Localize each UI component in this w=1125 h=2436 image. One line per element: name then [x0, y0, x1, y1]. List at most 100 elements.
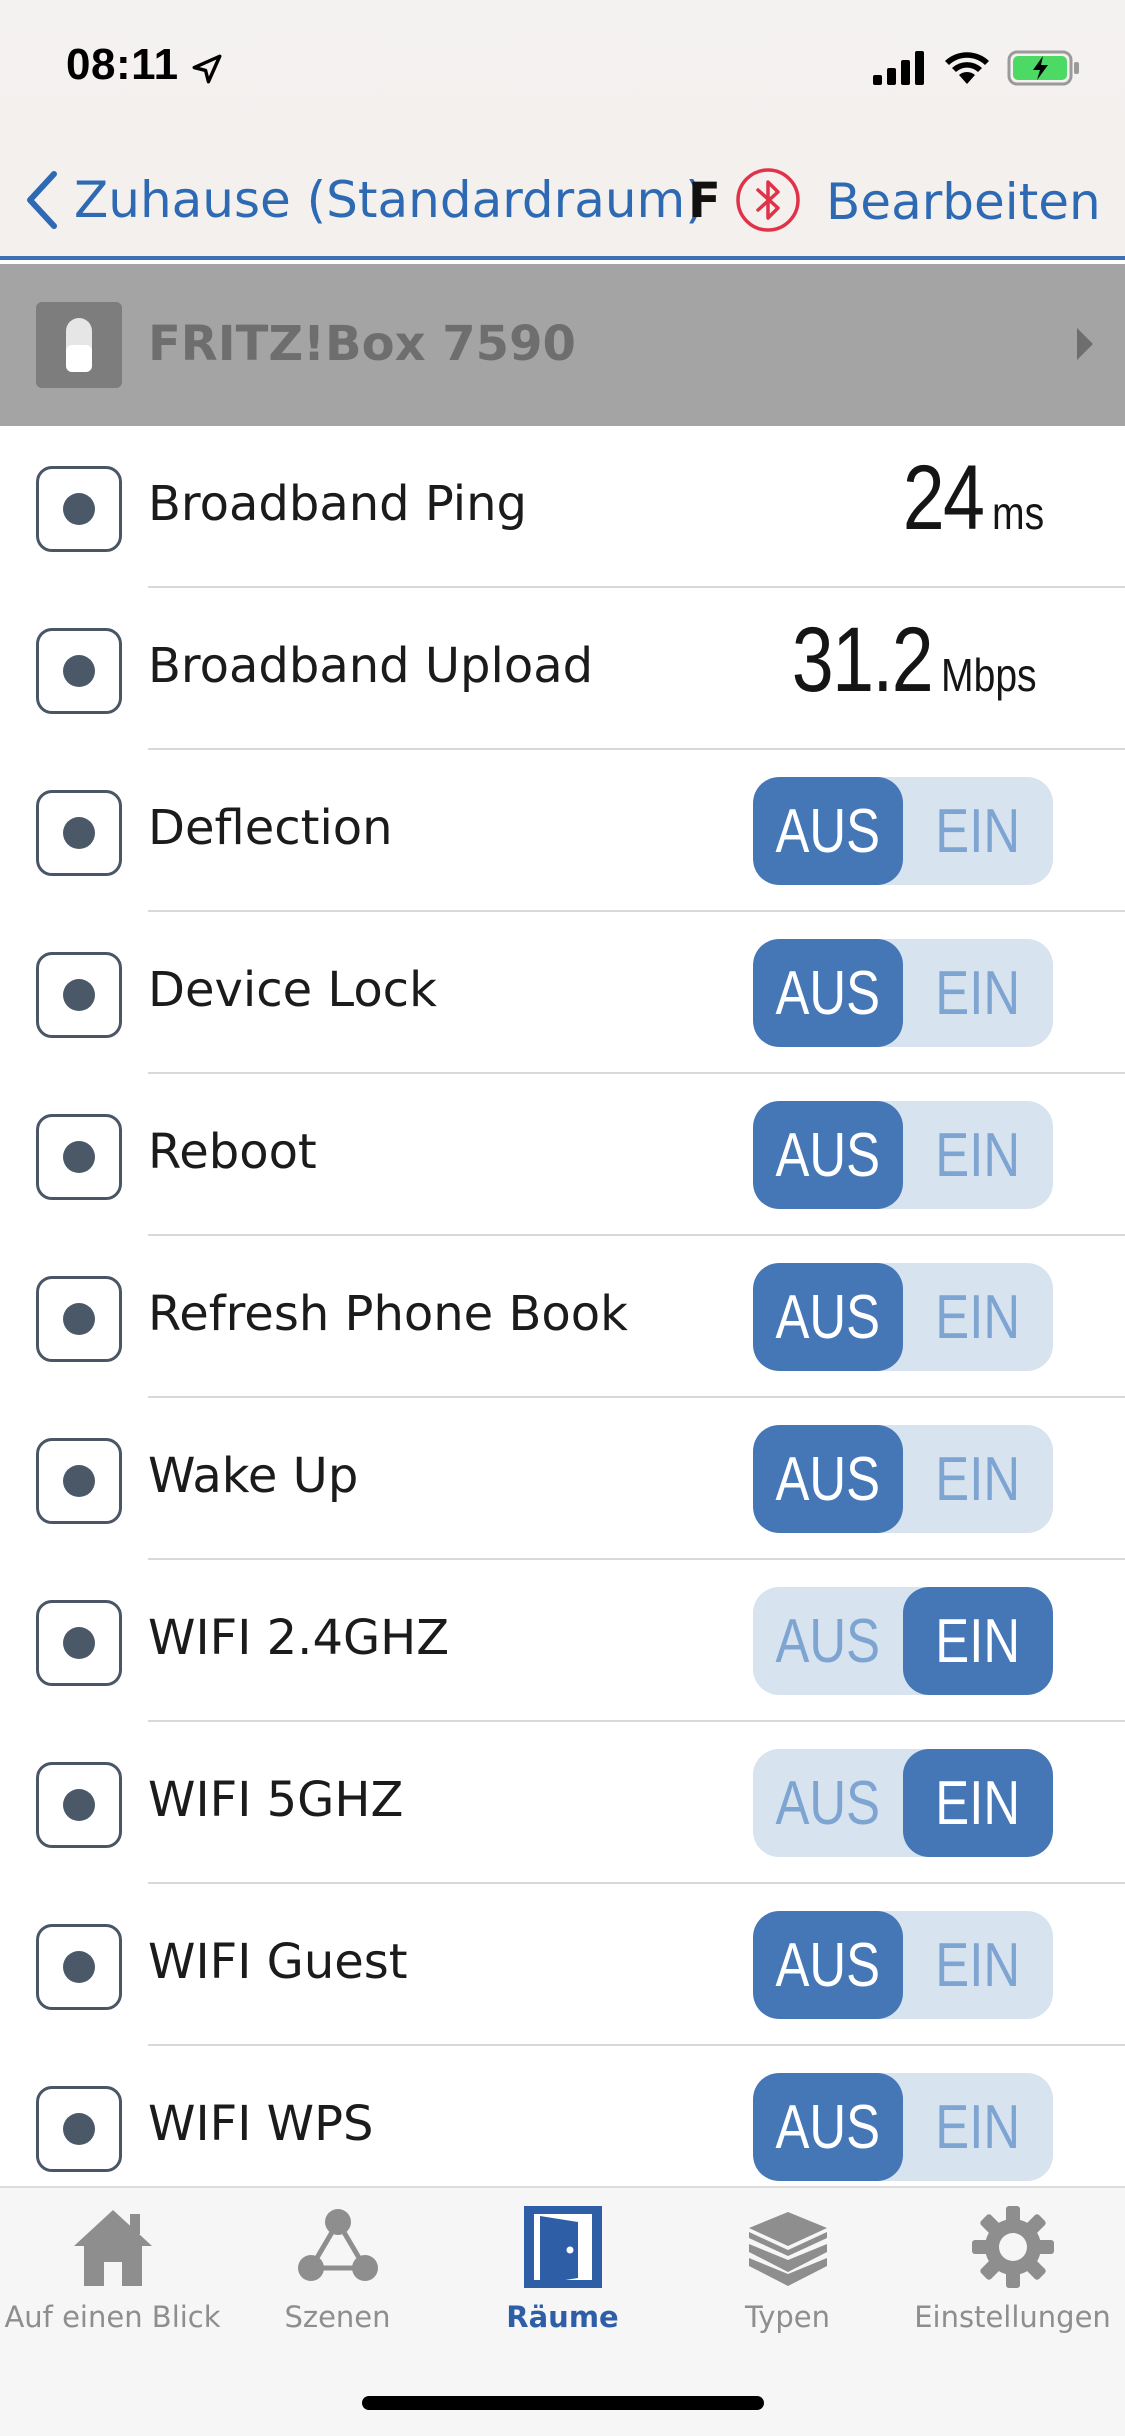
toggle-ein-segment[interactable]: EIN [903, 1749, 1053, 1857]
toggle-ein-segment[interactable]: EIN [903, 1911, 1053, 2019]
toggle-aus-label: AUS [775, 1768, 881, 1838]
home-indicator[interactable] [362, 2396, 764, 2410]
list-row: Wake Up AUS EIN [0, 1398, 1125, 1560]
gear-icon [971, 2206, 1054, 2288]
tab-typen[interactable]: Typen [675, 2202, 900, 2352]
dot-icon [63, 1303, 95, 1335]
door-icon [523, 2206, 602, 2288]
toggle-aus-segment[interactable]: AUS [753, 777, 903, 885]
toggle-aus-label: AUS [775, 1606, 881, 1676]
list-row: Reboot AUS EIN [0, 1074, 1125, 1236]
dot-icon [63, 817, 95, 849]
characteristic-icon[interactable] [36, 790, 122, 876]
toggle-aus-label: AUS [775, 1282, 881, 1352]
characteristic-icon[interactable] [36, 1114, 122, 1200]
characteristic-icon[interactable] [36, 1924, 122, 2010]
toggle-aus-segment[interactable]: AUS [753, 1263, 903, 1371]
tab-label: Auf einen Blick [4, 2300, 221, 2334]
toggle-ein-segment[interactable]: EIN [903, 1425, 1053, 1533]
dot-icon [63, 2113, 95, 2145]
toggle-ein-label: EIN [935, 1120, 1021, 1190]
chevron-left-icon [27, 171, 57, 229]
toggle-aus-segment[interactable]: AUS [753, 2073, 903, 2181]
tab-label: Räume [506, 2300, 619, 2334]
characteristic-icon[interactable] [36, 466, 122, 552]
aus-ein-toggle[interactable]: AUS EIN [753, 1101, 1053, 1209]
characteristic-icon[interactable] [36, 1600, 122, 1686]
row-label: WIFI 2.4GHZ [148, 1610, 450, 1666]
dot-icon [63, 655, 95, 687]
characteristic-icon[interactable] [36, 628, 122, 714]
value-unit: ms [991, 487, 1044, 539]
list-row: WIFI WPS AUS EIN [0, 2046, 1125, 2208]
status-bar: 08:11 [0, 0, 1125, 140]
tab-label: Einstellungen [914, 2300, 1111, 2334]
toggle-aus-segment[interactable]: AUS [753, 1749, 903, 1857]
characteristic-icon[interactable] [36, 1438, 122, 1524]
aus-ein-toggle[interactable]: AUS EIN [753, 1263, 1053, 1371]
list-row: Refresh Phone Book AUS EIN [0, 1236, 1125, 1398]
toggle-ein-segment[interactable]: EIN [903, 1263, 1053, 1371]
row-label: Broadband Upload [148, 638, 594, 694]
aus-ein-toggle[interactable]: AUS EIN [753, 1587, 1053, 1695]
toggle-aus-segment[interactable]: AUS [753, 1911, 903, 2019]
list-row: WIFI 5GHZ AUS EIN [0, 1722, 1125, 1884]
toggle-ein-segment[interactable]: EIN [903, 777, 1053, 885]
device-header[interactable]: FRITZ!Box 7590 [0, 264, 1125, 426]
dot-icon [63, 1951, 95, 1983]
toggle-aus-label: AUS [775, 1120, 881, 1190]
dot-icon [63, 1789, 95, 1821]
list-row: Broadband Upload 31.2 Mbps [0, 588, 1125, 750]
row-label: Deflection [148, 800, 393, 856]
tab-szenen[interactable]: Szenen [225, 2202, 450, 2352]
cellular-signal-icon [873, 51, 924, 85]
value-unit: Mbps [940, 649, 1037, 701]
toggle-aus-segment[interactable]: AUS [753, 1425, 903, 1533]
characteristic-icon[interactable] [36, 1762, 122, 1848]
dot-icon [63, 979, 95, 1011]
toggle-ein-label: EIN [935, 2092, 1021, 2162]
toggle-aus-label: AUS [775, 796, 881, 866]
edit-button[interactable]: Bearbeiten [826, 173, 1101, 231]
toggle-aus-segment[interactable]: AUS [753, 1587, 903, 1695]
row-label: Wake Up [148, 1448, 359, 1504]
toggle-ein-segment[interactable]: EIN [903, 939, 1053, 1047]
toggle-ein-segment[interactable]: EIN [903, 1587, 1053, 1695]
status-indicators [873, 48, 1081, 88]
page-title: Fl [688, 173, 718, 229]
status-time: 08:11 [66, 40, 179, 89]
dot-icon [63, 493, 95, 525]
list-row: Device Lock AUS EIN [0, 912, 1125, 1074]
toggle-aus-label: AUS [775, 1930, 881, 2000]
toggle-ein-segment[interactable]: EIN [903, 1101, 1053, 1209]
aus-ein-toggle[interactable]: AUS EIN [753, 939, 1053, 1047]
row-label: Refresh Phone Book [148, 1286, 628, 1342]
disclosure-triangle-icon [1077, 328, 1093, 360]
toggle-ein-segment[interactable]: EIN [903, 2073, 1053, 2181]
aus-ein-toggle[interactable]: AUS EIN [753, 2073, 1053, 2181]
characteristic-icon[interactable] [36, 2086, 122, 2172]
characteristic-icon[interactable] [36, 1276, 122, 1362]
toggle-ein-label: EIN [935, 958, 1021, 1028]
list-row: WIFI 2.4GHZ AUS EIN [0, 1560, 1125, 1722]
back-button[interactable]: Zuhause (Standardraum) [24, 170, 705, 230]
dot-icon [63, 1141, 95, 1173]
toggle-ein-label: EIN [935, 1606, 1021, 1676]
bluetooth-icon[interactable] [734, 166, 802, 234]
characteristic-icon[interactable] [36, 952, 122, 1038]
tab-auf-einen-blick[interactable]: Auf einen Blick [0, 2202, 225, 2352]
tab-label: Szenen [284, 2300, 391, 2334]
tab-einstellungen[interactable]: Einstellungen [900, 2202, 1125, 2352]
row-label: WIFI Guest [148, 1934, 408, 1990]
back-button-label: Zuhause (Standardraum) [74, 171, 705, 229]
list-row: Deflection AUS EIN [0, 750, 1125, 912]
toggle-ein-label: EIN [935, 1444, 1021, 1514]
toggle-aus-segment[interactable]: AUS [753, 1101, 903, 1209]
aus-ein-toggle[interactable]: AUS EIN [753, 1911, 1053, 2019]
navigation-bar: Zuhause (Standardraum) Fl Bearbeiten [0, 140, 1125, 260]
aus-ein-toggle[interactable]: AUS EIN [753, 1425, 1053, 1533]
aus-ein-toggle[interactable]: AUS EIN [753, 1749, 1053, 1857]
aus-ein-toggle[interactable]: AUS EIN [753, 777, 1053, 885]
toggle-aus-segment[interactable]: AUS [753, 939, 903, 1047]
tab-raeume[interactable]: Räume [450, 2202, 675, 2352]
